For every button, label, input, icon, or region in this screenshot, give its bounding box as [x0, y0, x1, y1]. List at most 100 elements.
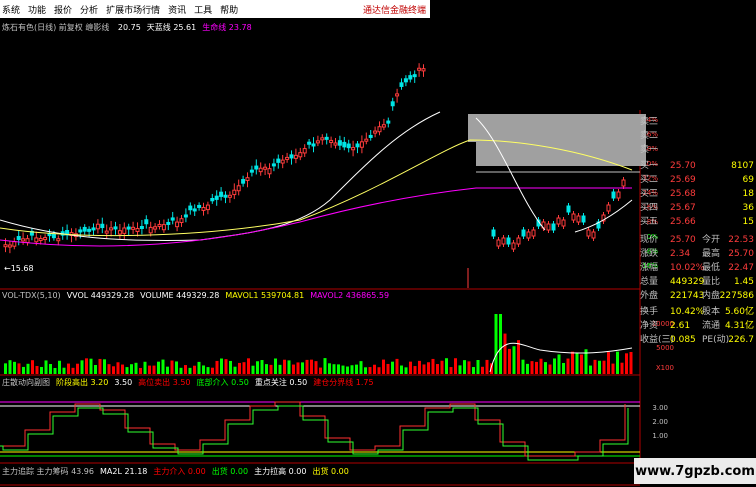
volume-bar [458, 365, 462, 374]
volume-bar [98, 358, 102, 374]
volume-bar [188, 367, 192, 374]
volume-bar [112, 366, 115, 374]
volume-bar [494, 314, 498, 374]
volume-bar [521, 359, 525, 374]
volume-bar [310, 359, 313, 374]
stat-value: 221743 [670, 291, 705, 301]
volume-bar [328, 363, 331, 374]
volume-bar [85, 358, 88, 374]
stat-value-2: 22.47 [728, 263, 754, 273]
candle-body [16, 236, 21, 240]
volume-bar [256, 361, 259, 374]
volume-bar [220, 358, 223, 374]
candle-body [7, 244, 12, 248]
volume-bar [427, 362, 430, 374]
volume-bar [161, 359, 165, 374]
candle-body [78, 229, 83, 233]
candle-body [153, 226, 158, 230]
volume-bar [296, 362, 300, 374]
candle-body [276, 158, 281, 163]
order-book-row: 卖一 [640, 144, 756, 157]
stat-value-2: 1.45 [733, 277, 754, 287]
volume-bar [8, 360, 12, 374]
volume-bar [611, 363, 615, 374]
volume-bar [103, 359, 106, 374]
volume-bar [517, 340, 520, 374]
stat-value-2: 4.31亿 [724, 321, 754, 331]
candle-body [506, 237, 511, 245]
stat-label: 现价 [640, 235, 659, 245]
stat-label-2: 最高 [702, 249, 721, 259]
stats-row: 收益(三) 0.085 PE(动) 226.7 [640, 334, 756, 347]
volume-bar [508, 348, 511, 374]
volume-bar [197, 361, 201, 374]
candle-body [516, 237, 521, 245]
volume-bar [229, 360, 232, 374]
volume-bar [602, 360, 606, 374]
order-price: 25.70 [670, 161, 696, 171]
volume-bar [26, 363, 30, 374]
order-book-row: 卖二 [640, 130, 756, 143]
stat-label-2: 今开 [702, 235, 721, 245]
candle-body [586, 229, 591, 237]
volume-bar [143, 361, 147, 374]
candle-body [377, 126, 382, 133]
volume-bar [157, 361, 160, 374]
candle-body [364, 138, 369, 142]
candle-body [355, 143, 360, 148]
order-label: 买五 [640, 217, 659, 227]
candle-body [280, 159, 285, 164]
stats-row: 涨幅 10.02% 最低 22.47 [640, 262, 756, 275]
candle-body [148, 226, 153, 234]
candle-body [311, 143, 316, 147]
volume-bar [580, 354, 583, 374]
volume-bar [535, 361, 538, 374]
candle-body [359, 141, 364, 148]
volume-bar [116, 362, 120, 374]
candle-body [368, 134, 373, 138]
candle-body [126, 226, 131, 230]
volume-bar [211, 367, 214, 374]
order-label: 卖一 [640, 145, 659, 155]
candle-body [117, 230, 122, 235]
order-label: 买四 [640, 203, 659, 213]
volume-bar [121, 364, 124, 374]
volume-bar [377, 367, 381, 374]
volume-bar [463, 360, 466, 374]
order-book-row: 买五 25.66 15 [640, 216, 756, 229]
volume-bar [193, 365, 196, 374]
candle-body [293, 154, 298, 159]
candle-body [95, 223, 100, 230]
volume-bar [67, 363, 70, 374]
volume-bar [71, 367, 75, 374]
candle-body [192, 208, 197, 212]
candle-body [351, 147, 356, 151]
candle-body [320, 137, 325, 141]
stat-value: 25.70 [670, 235, 696, 245]
volume-bar [35, 365, 39, 374]
volume-bar [359, 361, 363, 374]
candle-body [227, 194, 232, 198]
vol-ma-line [489, 342, 633, 373]
candle-body [91, 227, 96, 231]
candle-body [581, 215, 586, 223]
stat-value-2: 227586 [719, 291, 754, 301]
volume-bar [499, 314, 502, 374]
candle-body [521, 229, 526, 237]
volume-bar [49, 364, 52, 374]
candle-body [346, 143, 351, 149]
candle-body [491, 229, 496, 237]
volume-bar [260, 360, 264, 374]
stat-value-2: 25.70 [728, 249, 754, 259]
volume-bar [292, 364, 295, 374]
stat-value: 0.085 [670, 335, 696, 345]
volume-bar [22, 366, 25, 374]
order-book-row: 买二 25.69 69 [640, 174, 756, 187]
volume-bar [265, 364, 268, 374]
volume-bar [58, 360, 61, 374]
order-volume: 36 [742, 203, 754, 213]
order-volume: 8107 [731, 161, 754, 171]
stat-value-2: 226.7 [728, 335, 754, 345]
candle-body [51, 234, 56, 239]
volume-bar [571, 351, 574, 374]
